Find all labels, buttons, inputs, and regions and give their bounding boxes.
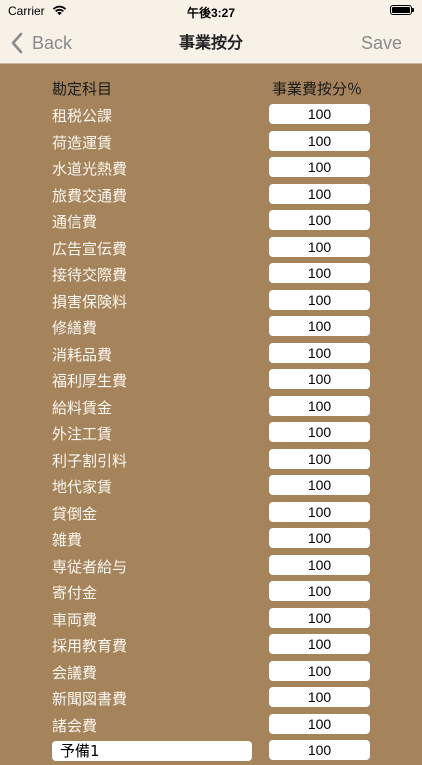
ratio-input[interactable] xyxy=(269,687,370,707)
table-row: 地代家賃 xyxy=(0,473,422,500)
save-button[interactable]: Save xyxy=(361,22,402,64)
ratio-input[interactable] xyxy=(269,369,370,389)
table-row: 修繕費 xyxy=(0,314,422,341)
table-row: 損害保険料 xyxy=(0,288,422,315)
table-row: 給料賃金 xyxy=(0,394,422,421)
account-label: 修繕費 xyxy=(52,319,98,337)
navigation-bar: Back 事業按分 Save xyxy=(0,22,422,64)
account-label: 損害保険料 xyxy=(52,292,128,311)
ratio-input[interactable] xyxy=(269,210,370,230)
ratio-input[interactable] xyxy=(269,581,370,601)
allocation-list: 租税公課荷造運賃水道光熱費旅費交通費通信費広告宣伝費接待交際費損害保険料修繕費消… xyxy=(0,102,422,765)
table-row: 車両費 xyxy=(0,606,422,633)
ratio-input[interactable] xyxy=(269,501,370,522)
ratio-input[interactable] xyxy=(269,740,370,760)
table-row: 広告宣伝費 xyxy=(0,235,422,262)
account-label: 専従者給与 xyxy=(52,557,128,576)
table-row: 消耗品費 xyxy=(0,341,422,368)
account-label: 通信費 xyxy=(52,213,98,231)
ratio-input[interactable] xyxy=(269,660,370,681)
table-row: 採用教育費 xyxy=(0,632,422,659)
account-label: 地代家賃 xyxy=(52,478,113,496)
table-row: 通信費 xyxy=(0,208,422,235)
ratio-input[interactable] xyxy=(269,634,370,654)
account-label: 雑費 xyxy=(52,531,83,549)
ratio-input[interactable] xyxy=(269,554,370,575)
account-label: 車両費 xyxy=(52,610,98,629)
table-row: 外注工賃 xyxy=(0,420,422,447)
table-row: 荷造運賃 xyxy=(0,129,422,156)
ratio-input[interactable] xyxy=(269,157,370,177)
table-row: 新聞図書費 xyxy=(0,685,422,712)
account-label: 旅費交通費 xyxy=(52,186,128,205)
account-label: 接待交際費 xyxy=(52,266,128,284)
ratio-input[interactable] xyxy=(269,236,370,257)
account-label: 福利厚生費 xyxy=(52,372,128,390)
table-row: 利子割引料 xyxy=(0,447,422,474)
table-row: 租税公課 xyxy=(0,102,422,129)
account-label: 会議費 xyxy=(52,663,98,682)
ratio-input[interactable] xyxy=(269,183,370,204)
table-header: 勘定科目 事業費按分％ xyxy=(0,78,422,100)
table-row: 雑費 xyxy=(0,526,422,553)
table-row: 専従者給与 xyxy=(0,553,422,580)
ratio-input[interactable] xyxy=(269,607,370,628)
ratio-input[interactable] xyxy=(269,342,370,363)
ratio-input[interactable] xyxy=(269,289,370,310)
ratio-input[interactable] xyxy=(269,130,370,151)
table-row: 水道光熱費 xyxy=(0,155,422,182)
ratio-input[interactable] xyxy=(269,713,370,734)
table-row: 諸会費 xyxy=(0,712,422,739)
back-label: Back xyxy=(32,32,73,53)
account-label: 給料賃金 xyxy=(52,398,113,417)
ratio-input[interactable] xyxy=(269,422,370,442)
table-row: 貸倒金 xyxy=(0,500,422,527)
table-row: 予備1 xyxy=(0,738,422,765)
account-label: 採用教育費 xyxy=(52,637,128,655)
account-label: 消耗品費 xyxy=(52,345,113,364)
header-ratio: 事業費按分％ xyxy=(272,80,363,98)
table-row: 寄付金 xyxy=(0,579,422,606)
ratio-input[interactable] xyxy=(269,475,370,495)
account-label: 寄付金 xyxy=(52,584,98,602)
battery-icon xyxy=(390,5,414,15)
account-label: 貸倒金 xyxy=(52,504,98,523)
ratio-input[interactable] xyxy=(269,395,370,416)
header-account: 勘定科目 xyxy=(52,80,113,98)
ratio-input[interactable] xyxy=(269,316,370,336)
table-row: 接待交際費 xyxy=(0,261,422,288)
table-row: 旅費交通費 xyxy=(0,182,422,209)
back-button[interactable]: Back xyxy=(10,22,72,64)
ratio-input[interactable] xyxy=(269,528,370,548)
table-row: 福利厚生費 xyxy=(0,367,422,394)
account-label: 外注工賃 xyxy=(52,425,113,443)
account-label: 租税公課 xyxy=(52,107,113,125)
table-row: 会議費 xyxy=(0,659,422,686)
account-label: 利子割引料 xyxy=(52,451,128,470)
ratio-input[interactable] xyxy=(269,104,370,124)
status-bar: Carrier 午後3:27 xyxy=(0,0,422,22)
account-label: 荷造運賃 xyxy=(52,133,113,152)
account-label: 新聞図書費 xyxy=(52,690,128,708)
account-label: 諸会費 xyxy=(52,716,98,735)
ratio-input[interactable] xyxy=(269,448,370,469)
account-label: 水道光熱費 xyxy=(52,160,128,178)
account-label: 広告宣伝費 xyxy=(52,239,128,258)
account-name-field[interactable]: 予備1 xyxy=(52,741,252,761)
chevron-left-icon xyxy=(11,32,23,54)
ratio-input[interactable] xyxy=(269,263,370,283)
status-time: 午後3:27 xyxy=(186,6,236,20)
